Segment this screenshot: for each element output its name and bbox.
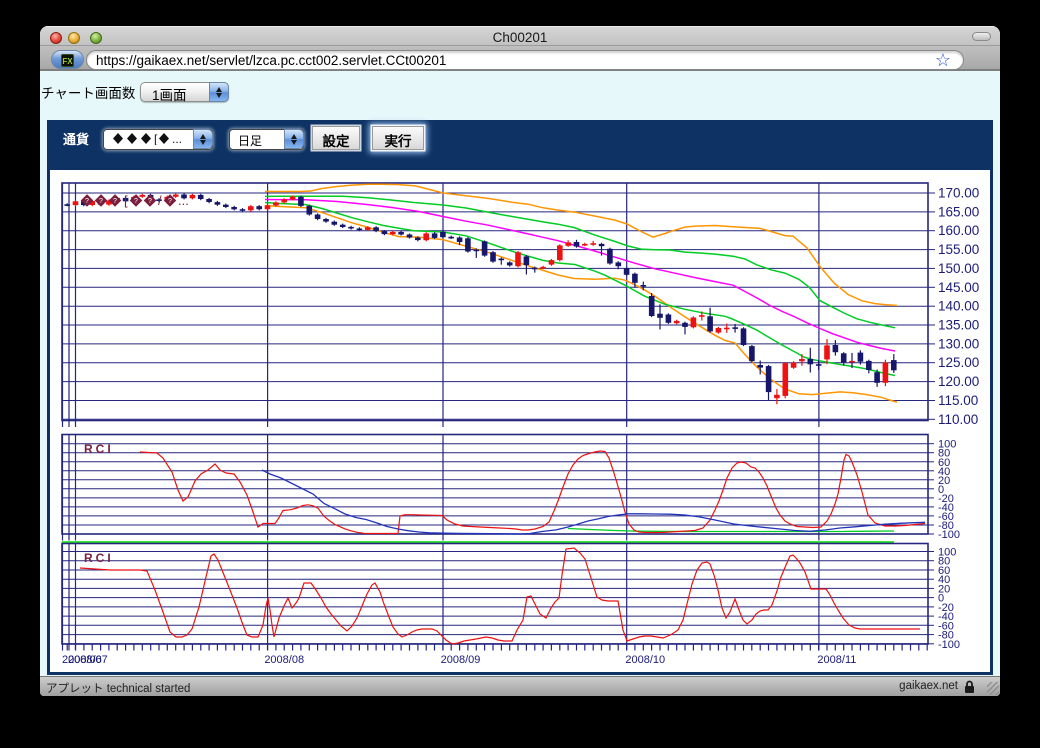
svg-text:2008/08: 2008/08 [264,654,304,666]
svg-text:?: ? [113,198,117,205]
svg-text:135.00: 135.00 [938,318,979,333]
svg-text:RCI: RCI [84,442,114,456]
svg-text:170.00: 170.00 [938,186,979,201]
svg-text:...: ... [172,132,182,145]
svg-text:?: ? [168,198,172,205]
svg-text:...: ... [178,193,189,208]
svg-text:?: ? [99,198,103,205]
svg-text:/: / [158,193,162,208]
svg-text:-100: -100 [938,639,960,651]
svg-text:130.00: 130.00 [938,336,979,351]
svg-text:2008/07: 2008/07 [68,654,108,666]
svg-text:?: ? [148,198,152,205]
svg-text:2008/11: 2008/11 [817,654,856,666]
svg-text:145.00: 145.00 [938,280,979,295]
svg-text:165.00: 165.00 [938,204,979,219]
svg-text:115.00: 115.00 [938,393,978,408]
svg-text:120.00: 120.00 [938,374,979,389]
svg-text:-100: -100 [938,529,960,541]
svg-text:[: [ [154,132,158,145]
svg-text:?: ? [134,198,138,205]
svg-text:160.00: 160.00 [938,223,979,238]
svg-text:155.00: 155.00 [938,242,979,257]
svg-text:125.00: 125.00 [938,355,979,370]
svg-text:[: [ [124,193,128,208]
svg-text:?: ? [85,198,89,205]
svg-text:2008/10: 2008/10 [625,654,665,666]
svg-text:140.00: 140.00 [938,299,979,314]
svg-text:2008/09: 2008/09 [441,654,481,666]
svg-text:110.00: 110.00 [938,412,978,427]
svg-text:RCI: RCI [84,551,114,565]
svg-text:150.00: 150.00 [938,261,979,276]
